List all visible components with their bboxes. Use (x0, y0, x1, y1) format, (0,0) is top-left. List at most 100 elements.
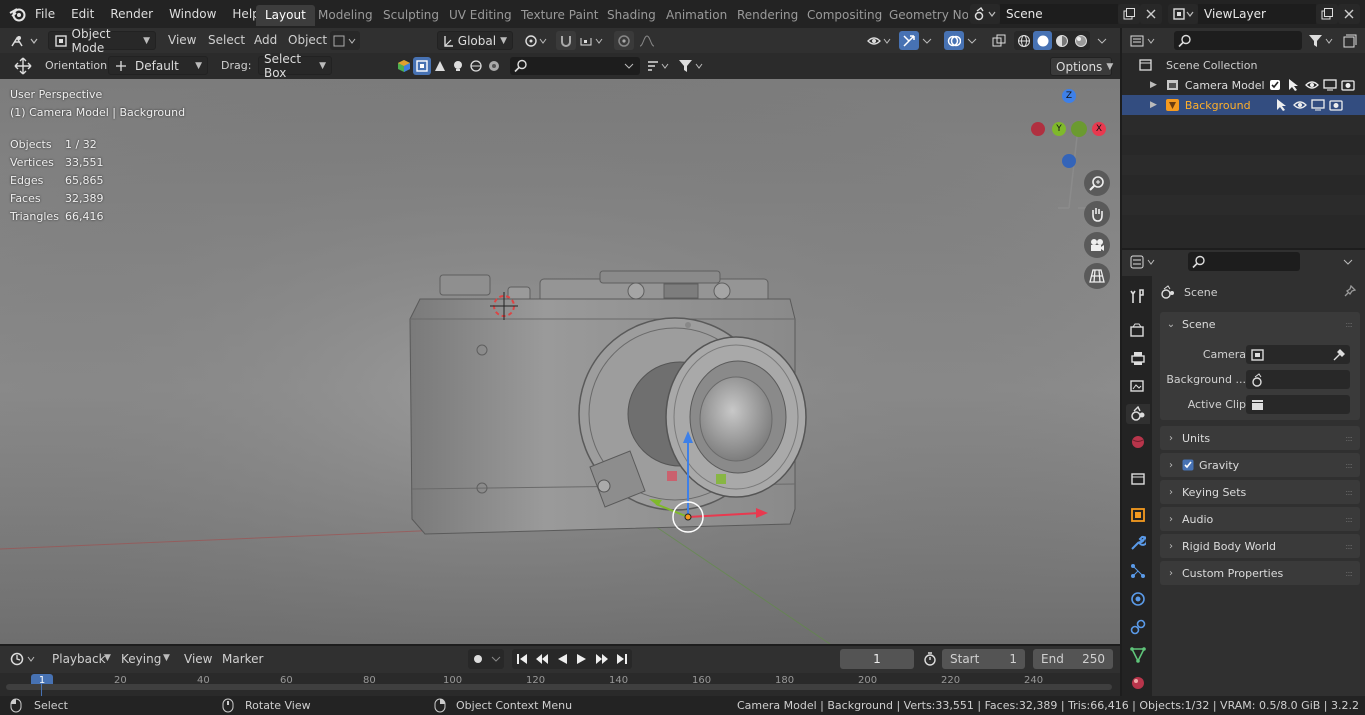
tab-compositing[interactable]: Compositing (798, 5, 891, 26)
timeline-scrollbar[interactable] (6, 684, 1112, 690)
visibility-icon[interactable] (864, 31, 894, 50)
playback-menu[interactable]: Playback (52, 652, 106, 666)
object-tab-icon[interactable] (1128, 505, 1148, 525)
select-light-icon[interactable] (449, 57, 467, 75)
zoom-icon[interactable] (1084, 170, 1110, 196)
sort-icon[interactable] (644, 57, 674, 75)
scene-tab-icon[interactable] (1126, 404, 1150, 424)
outliner-search-input[interactable] (1174, 31, 1302, 50)
blender-logo-icon[interactable] (9, 6, 26, 22)
current-frame-field[interactable]: 1 (840, 649, 914, 669)
tab-uv-editing[interactable]: UV Editing (440, 5, 521, 26)
gizmo-z-axis[interactable]: Z (1062, 89, 1076, 103)
select-object-icon[interactable] (413, 57, 431, 75)
overlays-toggle-icon[interactable] (944, 31, 964, 50)
start-frame-field[interactable]: Start 1 (942, 649, 1025, 669)
monitor-icon[interactable] (1310, 99, 1325, 111)
outliner-item[interactable]: ▶ Camera Model (1122, 75, 1365, 95)
falloff-icon[interactable] (636, 31, 666, 50)
funnel-filter-icon[interactable] (676, 57, 706, 75)
monitor-icon[interactable] (1322, 79, 1337, 91)
close-viewlayer-icon[interactable] (1338, 4, 1360, 24)
solid-shading-icon[interactable] (1033, 31, 1052, 50)
gizmo-toggle-icon[interactable] (899, 31, 919, 50)
world-tab-icon[interactable] (1128, 432, 1148, 452)
properties-search-input[interactable] (1188, 252, 1300, 271)
cube-color-icon[interactable] (395, 57, 413, 75)
outliner-editor-type-icon[interactable] (1128, 31, 1160, 50)
menu-edit[interactable]: Edit (63, 0, 102, 28)
select-world-icon[interactable] (467, 57, 485, 75)
object-menu[interactable]: Object (288, 33, 327, 47)
filter-dropdown-icon[interactable] (620, 57, 638, 75)
tool-tab-icon[interactable] (1128, 286, 1148, 306)
background-scene-field[interactable] (1246, 370, 1350, 389)
viewlayer-selector[interactable]: ViewLayer (1168, 4, 1360, 24)
scene-panel-header[interactable]: ⌄ Scene:::: (1160, 312, 1360, 336)
gizmo-neg-x-axis[interactable] (1031, 122, 1045, 136)
rigid-body-world-panel[interactable]: › Rigid Body World:::: (1160, 534, 1360, 558)
properties-options-icon[interactable] (1338, 252, 1358, 271)
tab-layout[interactable]: Layout (256, 5, 315, 26)
tab-animation[interactable]: Animation (657, 5, 736, 26)
exclude-checkbox[interactable] (1269, 79, 1281, 91)
active-clip-field[interactable] (1246, 395, 1350, 414)
copy-scene-icon[interactable] (1118, 4, 1140, 24)
data-tab-icon[interactable] (1128, 645, 1148, 665)
output-tab-icon[interactable] (1128, 349, 1148, 369)
render-camera-icon[interactable] (1328, 99, 1343, 111)
outliner-item-selected[interactable]: ▶ Background (1122, 95, 1365, 115)
keying-menu[interactable]: Keying (121, 652, 161, 666)
jump-start-icon[interactable] (512, 649, 532, 669)
particles-tab-icon[interactable] (1128, 561, 1148, 581)
next-keyframe-icon[interactable] (592, 649, 612, 669)
scene-selector[interactable]: Scene (970, 4, 1162, 24)
camera-view-icon[interactable] (1084, 232, 1110, 258)
camera-field[interactable] (1246, 345, 1350, 364)
gpencil-layer-icon[interactable] (330, 31, 360, 50)
object-mode-dropdown[interactable]: Object Mode ▼ (48, 27, 156, 55)
gizmo-neg-z-axis[interactable] (1062, 154, 1076, 168)
transform-orientation-dropdown[interactable]: Global ▼ (437, 31, 513, 50)
move-tool-icon[interactable] (12, 57, 34, 75)
orientation-dropdown[interactable]: Default ▼ (108, 56, 208, 75)
drag-dropdown[interactable]: Select Box ▼ (258, 52, 332, 80)
scene-collection-row[interactable]: Scene Collection (1138, 56, 1257, 74)
tab-geometry-nodes[interactable]: Geometry Noc (880, 5, 968, 26)
pivot-point-icon[interactable] (521, 31, 551, 50)
play-icon[interactable] (572, 649, 592, 669)
add-menu[interactable]: Add (254, 33, 277, 47)
end-frame-field[interactable]: End 250 (1033, 649, 1113, 669)
gravity-checkbox[interactable] (1182, 459, 1194, 471)
camera-model[interactable] (409, 270, 807, 535)
xray-toggle-icon[interactable] (989, 31, 1009, 50)
jump-end-icon[interactable] (612, 649, 632, 669)
new-collection-icon[interactable] (1340, 31, 1360, 50)
tab-sculpting[interactable]: Sculpting (374, 5, 448, 26)
gizmo-y-axis[interactable]: Y (1052, 122, 1066, 136)
frame-ruler[interactable]: 1 20 40 60 80 100 120 140 160 180 200 22… (0, 673, 1120, 696)
proportional-edit-icon[interactable] (614, 31, 634, 50)
timeline-editor-type-icon[interactable] (8, 649, 40, 669)
editor-type-icon[interactable] (8, 31, 42, 50)
record-icon[interactable] (468, 649, 488, 669)
hand-pan-icon[interactable] (1084, 201, 1110, 227)
wireframe-shading-icon[interactable] (1014, 31, 1033, 50)
viewport-canvas[interactable] (0, 79, 1120, 644)
viewlayer-name-field[interactable]: ViewLayer (1198, 4, 1316, 24)
selectable-arrow-icon[interactable] (1275, 98, 1289, 112)
outliner-filter-icon[interactable] (1306, 31, 1338, 50)
gizmo-dropdown-icon[interactable] (919, 31, 935, 50)
stopwatch-icon[interactable] (920, 649, 940, 669)
rendered-shading-icon[interactable] (1071, 31, 1090, 50)
properties-editor-type-icon[interactable] (1128, 252, 1160, 271)
tab-shading[interactable]: Shading (598, 5, 665, 26)
view-layer-tab-icon[interactable] (1128, 376, 1148, 396)
custom-properties-panel[interactable]: › Custom Properties:::: (1160, 561, 1360, 585)
shading-dropdown-icon[interactable] (1094, 31, 1110, 50)
collection-tab-icon[interactable] (1128, 469, 1148, 489)
eyedropper-icon[interactable] (1332, 348, 1346, 362)
expand-arrow-icon[interactable]: ▶ (1150, 80, 1157, 90)
tab-modeling[interactable]: Modeling (309, 5, 382, 26)
material-tab-icon[interactable] (1128, 673, 1148, 693)
